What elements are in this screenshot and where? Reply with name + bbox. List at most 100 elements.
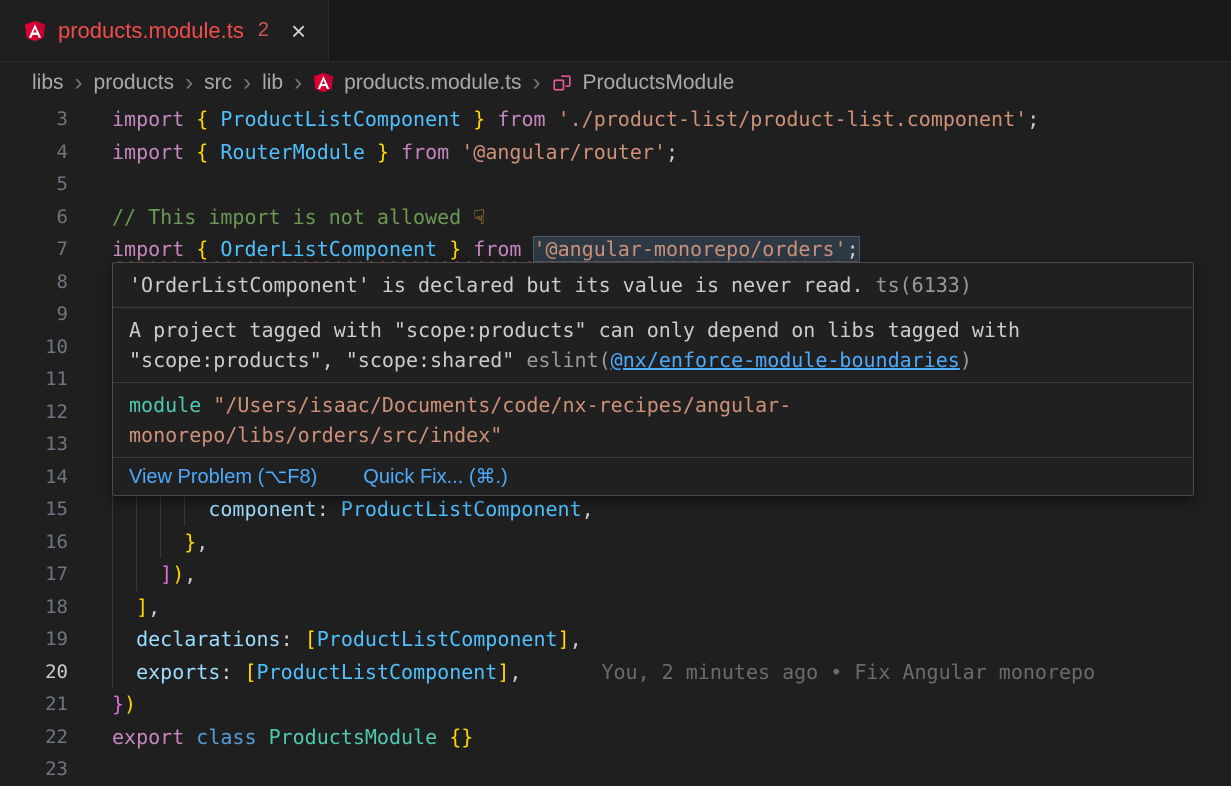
- quick-fix-action[interactable]: Quick Fix... (⌘.): [363, 464, 507, 489]
- indent-guide: [112, 623, 113, 656]
- module-quickinfo: module "/Users/isaac/Documents/code/nx-r…: [113, 383, 1193, 458]
- breadcrumb-item-file[interactable]: products.module.ts: [344, 71, 521, 95]
- code-line-6[interactable]: 6// This import is not allowed ☟: [0, 201, 1231, 234]
- line-number[interactable]: 12: [0, 396, 68, 429]
- code-token: :: [281, 627, 305, 651]
- line-number[interactable]: 13: [0, 428, 68, 461]
- hover-text-segment: ts(6133): [876, 273, 972, 297]
- code-line-22[interactable]: 22export class ProductsModule {}: [0, 721, 1231, 754]
- hover-text-segment: ): [960, 348, 972, 372]
- eslint-diagnostic: A project tagged with "scope:products" c…: [113, 308, 1193, 383]
- code-line-23[interactable]: 23: [0, 753, 1231, 786]
- code-token: [208, 237, 220, 261]
- code-line-20[interactable]: 20 exports: [ProductListComponent],You, …: [0, 656, 1231, 689]
- code-token: }: [449, 237, 461, 261]
- code-token: ,: [148, 595, 160, 619]
- breadcrumb-item-src[interactable]: src: [204, 71, 232, 95]
- line-number[interactable]: 17: [0, 558, 68, 591]
- code-token: ,: [196, 530, 208, 554]
- code-token: {: [196, 107, 208, 131]
- indent-guide: [160, 526, 161, 559]
- code-token: [521, 237, 533, 261]
- indent-guide: [184, 493, 185, 526]
- hover-actions: View Problem (⌥F8) Quick Fix... (⌘.): [113, 458, 1193, 495]
- line-number[interactable]: 16: [0, 526, 68, 559]
- breadcrumb: libs › products › src › lib › products.m…: [0, 62, 1231, 103]
- line-number[interactable]: 8: [0, 266, 68, 299]
- line-number[interactable]: 14: [0, 461, 68, 494]
- code-token: [208, 107, 220, 131]
- code-token: [546, 107, 558, 131]
- indent-guide: [136, 558, 137, 591]
- chevron-right-icon: ›: [74, 71, 84, 95]
- indent-guide: [112, 591, 113, 624]
- indent-guide: [136, 526, 137, 559]
- line-number[interactable]: 11: [0, 363, 68, 396]
- line-number[interactable]: 6: [0, 201, 68, 234]
- code-token: import: [112, 237, 184, 261]
- git-blame-annotation: You, 2 minutes ago • Fix Angular monorep…: [601, 660, 1095, 684]
- code-token: ProductListComponent: [317, 627, 558, 651]
- code-token: }: [112, 692, 124, 716]
- code-token: [184, 237, 196, 261]
- breadcrumb-item-products[interactable]: products: [94, 71, 175, 95]
- code-line-15[interactable]: 15 component: ProductListComponent,: [0, 493, 1231, 526]
- code-line-4[interactable]: 4import { RouterModule } from '@angular/…: [0, 136, 1231, 169]
- code-token: ProductListComponent: [341, 497, 582, 521]
- code-token: ]: [160, 562, 172, 586]
- code-token: '@angular-monorepo/orders': [534, 237, 847, 261]
- code-line-7[interactable]: 7 import { OrderListComponent } from '@an…: [0, 233, 1231, 266]
- code-token: './product-list/product-list.component': [558, 107, 1028, 131]
- code-line-16[interactable]: 16 },: [0, 526, 1231, 559]
- line-number[interactable]: 5: [0, 168, 68, 201]
- line-number[interactable]: 21: [0, 688, 68, 721]
- line-number[interactable]: 18: [0, 591, 68, 624]
- hover-text-segment: "/Users/isaac/Documents/code/nx-recipes/…: [201, 393, 791, 417]
- breadcrumb-item-lib[interactable]: lib: [262, 71, 283, 95]
- hover-text-segment: eslint(: [526, 348, 610, 372]
- code-token: ]: [497, 660, 509, 684]
- line-number[interactable]: 22: [0, 721, 68, 754]
- hover-text-line: module "/Users/isaac/Documents/code/nx-r…: [129, 390, 1177, 420]
- indent-guide: [112, 656, 113, 689]
- code-line-21[interactable]: 21}): [0, 688, 1231, 721]
- code-token: [257, 725, 269, 749]
- close-icon[interactable]: ×: [291, 18, 306, 44]
- line-number[interactable]: 9: [0, 298, 68, 331]
- hover-text-line: A project tagged with "scope:products" c…: [129, 315, 1177, 345]
- tab-bar: products.module.ts 2 ×: [0, 0, 1231, 62]
- eslint-rule-link[interactable]: @nx/enforce-module-boundaries: [611, 348, 960, 372]
- error-squiggle-range: import { OrderListComponent } from '@ang…: [112, 237, 859, 261]
- code-token: }: [473, 107, 485, 131]
- breadcrumb-item-symbol[interactable]: ProductsModule: [583, 71, 735, 95]
- line-number[interactable]: 20: [0, 656, 68, 689]
- line-number[interactable]: 7: [0, 233, 68, 266]
- code-token: [184, 725, 196, 749]
- code-token: {}: [449, 725, 473, 749]
- code-token: ): [124, 692, 136, 716]
- hover-text-segment: "scope:products", "scope:shared": [129, 348, 526, 372]
- code-line-17[interactable]: 17 ]),: [0, 558, 1231, 591]
- code-line-19[interactable]: 19 declarations: [ProductListComponent],: [0, 623, 1231, 656]
- ts-diagnostic: 'OrderListComponent' is declared but its…: [113, 263, 1193, 308]
- code-line-18[interactable]: 18 ],: [0, 591, 1231, 624]
- chevron-right-icon: ›: [532, 71, 542, 95]
- code-token: [437, 237, 449, 261]
- code-editor: 3import { ProductListComponent } from '.…: [0, 103, 1231, 780]
- code-line-3[interactable]: 3import { ProductListComponent } from '.…: [0, 103, 1231, 136]
- view-problem-action[interactable]: View Problem (⌥F8): [129, 464, 317, 489]
- line-number[interactable]: 4: [0, 136, 68, 169]
- line-number[interactable]: 3: [0, 103, 68, 136]
- line-number[interactable]: 15: [0, 493, 68, 526]
- code-token: ]: [558, 627, 570, 651]
- code-line-5[interactable]: 5: [0, 168, 1231, 201]
- indent-guide: [136, 493, 137, 526]
- line-number[interactable]: 10: [0, 331, 68, 364]
- line-number[interactable]: 23: [0, 753, 68, 786]
- hover-text-line: monorepo/libs/orders/src/index": [129, 420, 1177, 450]
- line-number[interactable]: 19: [0, 623, 68, 656]
- code-token: declarations: [136, 627, 281, 651]
- breadcrumb-item-libs[interactable]: libs: [32, 71, 64, 95]
- code-token: export: [112, 725, 184, 749]
- tab-products-module[interactable]: products.module.ts 2 ×: [0, 0, 329, 61]
